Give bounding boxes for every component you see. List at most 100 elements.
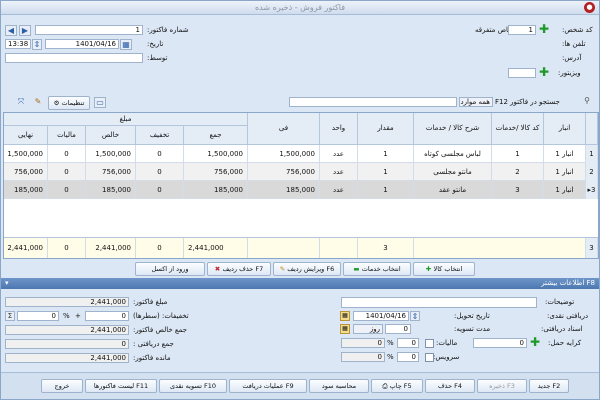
search-scope-select[interactable]: همه موارد	[459, 97, 493, 107]
delete-button[interactable]: حذف F4	[425, 379, 475, 393]
invoice-list-button[interactable]: لیست فاکتورها F11	[85, 379, 157, 393]
shipping-label: کرایه حمل:	[548, 339, 582, 347]
cell-fee: 185,000	[248, 181, 320, 199]
cell-total: 756,000	[184, 163, 248, 181]
balance-label: مانده فاکتور:	[133, 354, 171, 362]
add-shipping-icon[interactable]: ✚	[529, 336, 541, 349]
discount-percent-field[interactable]: 0	[17, 311, 59, 321]
col-rownum	[586, 113, 598, 145]
cell-tax: 0	[48, 181, 86, 199]
collapse-chevron-icon[interactable]: ▾	[5, 278, 9, 289]
add-visitor-icon[interactable]: ✚	[538, 66, 550, 79]
cell-qty: 1	[358, 145, 414, 163]
cell-code: 2	[492, 163, 544, 181]
date-field[interactable]: 1401/04/16	[45, 39, 119, 49]
shipping-field[interactable]: 0	[473, 338, 527, 348]
cell-code: 3	[492, 181, 544, 199]
edit-row-button[interactable]: ✎ ویرایش ردیف F6	[273, 262, 341, 276]
col-final[interactable]: نهایی	[4, 126, 48, 145]
exit-button[interactable]: خروج	[41, 379, 83, 393]
delete-row-button[interactable]: ✖ حذف ردیف F7	[207, 262, 271, 276]
address-label: آدرس:	[562, 54, 582, 62]
profit-calc-button[interactable]: محاسبه سود	[309, 379, 369, 393]
title-bar: فاکتور فروش - ذخیره شده ●	[1, 1, 599, 15]
next-invoice-button[interactable]: ▶	[19, 25, 31, 36]
more-info-title: F8 اطلاعات بیشتر	[541, 279, 595, 287]
brush-icon[interactable]: ✎	[32, 97, 44, 108]
service-percent-field[interactable]: 0	[397, 352, 419, 362]
notes-label: توضیحات:	[545, 298, 575, 306]
discount-percent-sign: %	[63, 312, 70, 320]
grid-search-input[interactable]	[289, 97, 457, 107]
time-spinner[interactable]: ⇕	[32, 39, 42, 50]
sigma-button[interactable]: Σ	[5, 311, 15, 321]
phone-label: تلفن ها:	[562, 40, 586, 48]
time-field[interactable]: 13:38	[5, 39, 31, 49]
calendar-icon[interactable]: ▦	[340, 311, 350, 321]
col-warehouse[interactable]: انبار	[544, 113, 586, 145]
select-services-button[interactable]: ▬ انتخاب خدمات	[343, 262, 411, 276]
cash-received-label: دریافتی نقدی:	[547, 312, 589, 320]
cell-net: 756,000	[86, 163, 136, 181]
notes-field[interactable]	[341, 297, 537, 308]
date-spinner[interactable]: ⇕	[410, 311, 420, 321]
table-row[interactable]: 1,500,000 0 1,500,000 0 1,500,000 1,500,…	[4, 145, 598, 163]
more-info-section-header[interactable]: ▾ F8 اطلاعات بیشتر	[1, 278, 599, 289]
total-amount: 2,441,000	[184, 238, 248, 258]
visitor-field[interactable]	[508, 68, 536, 78]
cash-settle-button[interactable]: تسویه نقدی F10	[159, 379, 227, 393]
cell-code: 1	[492, 145, 544, 163]
col-total[interactable]: جمع	[184, 126, 248, 145]
col-tax[interactable]: مالیات	[48, 126, 86, 145]
delivery-date-field[interactable]: 1401/04/16	[353, 311, 409, 321]
col-discount[interactable]: تخفیف	[136, 126, 184, 145]
settle-unit-select[interactable]: روز	[353, 324, 383, 334]
col-unit[interactable]: واحد	[320, 113, 358, 145]
cell-final: 1,500,000	[4, 145, 48, 163]
cell-desc: مانتو عقد	[414, 181, 492, 199]
row-number: ▸3	[586, 181, 598, 199]
cell-final: 185,000	[4, 181, 48, 199]
new-button[interactable]: جدید F2	[529, 379, 569, 393]
receive-operations-button[interactable]: عملیات دریافت F9	[229, 379, 307, 393]
discount-value-field[interactable]: 0	[85, 311, 129, 321]
search-label: جستجو در فاکتور F12	[495, 98, 560, 106]
select-goods-button[interactable]: ✚ انتخاب کالا	[413, 262, 475, 276]
received-total-label: جمع دریافتی :	[133, 340, 174, 348]
col-desc[interactable]: شرح کالا / خدمات	[414, 113, 492, 145]
search-icon[interactable]: ⚲	[581, 96, 593, 107]
invoice-number-field[interactable]: 1	[35, 25, 143, 35]
settle-days-field[interactable]: 0	[385, 324, 411, 334]
invoice-window: فاکتور فروش - ذخیره شده ● ◀ ▶ 1 شماره فا…	[0, 0, 600, 400]
service-checkbox[interactable]	[425, 353, 434, 362]
col-fee[interactable]: فی	[248, 113, 320, 145]
net-total-label: جمع خالص فاکتور:	[133, 326, 187, 334]
calendar-icon[interactable]: ▦	[120, 39, 132, 50]
fullscreen-icon[interactable]: ⤧	[15, 97, 27, 108]
print-button[interactable]: ⎙ چاپ F5	[371, 379, 423, 393]
tax-percent-field[interactable]: 0	[397, 338, 419, 348]
settings-button[interactable]: ⚙ تنظیمات	[48, 96, 90, 110]
by-field[interactable]	[5, 53, 143, 63]
person-code-field[interactable]: 1	[508, 25, 536, 35]
cell-unit: عدد	[320, 181, 358, 199]
tax-amount-field: 0	[341, 338, 385, 348]
invoice-amount-label: مبلغ فاکتور:	[133, 298, 168, 306]
prev-invoice-button[interactable]: ◀	[5, 25, 17, 36]
table-row[interactable]: 756,000 0 756,000 0 756,000 756,000 عدد …	[4, 163, 598, 181]
total-net: 2,441,000	[86, 238, 136, 258]
cell-fee: 756,000	[248, 163, 320, 181]
add-person-icon[interactable]: ✚	[538, 23, 550, 36]
table-row[interactable]: 185,000 0 185,000 0 185,000 185,000 عدد …	[4, 181, 598, 199]
col-code[interactable]: کد کالا /خدمات	[492, 113, 544, 145]
totals-row: 2,441,000 0 2,441,000 0 2,441,000 3 3	[4, 237, 598, 258]
col-net[interactable]: خالص	[86, 126, 136, 145]
tax-checkbox[interactable]	[425, 339, 434, 348]
balance-field: 2,441,000	[5, 353, 129, 363]
calendar-icon[interactable]: ▦	[340, 324, 350, 334]
cell-warehouse: انبار 1	[544, 145, 586, 163]
col-qty[interactable]: مقدار	[358, 113, 414, 145]
import-excel-button[interactable]: ورود از اکسل	[135, 262, 205, 276]
save-button[interactable]: ذخیره F3	[477, 379, 527, 393]
minimize-panel-icon[interactable]: ▭	[94, 97, 106, 108]
